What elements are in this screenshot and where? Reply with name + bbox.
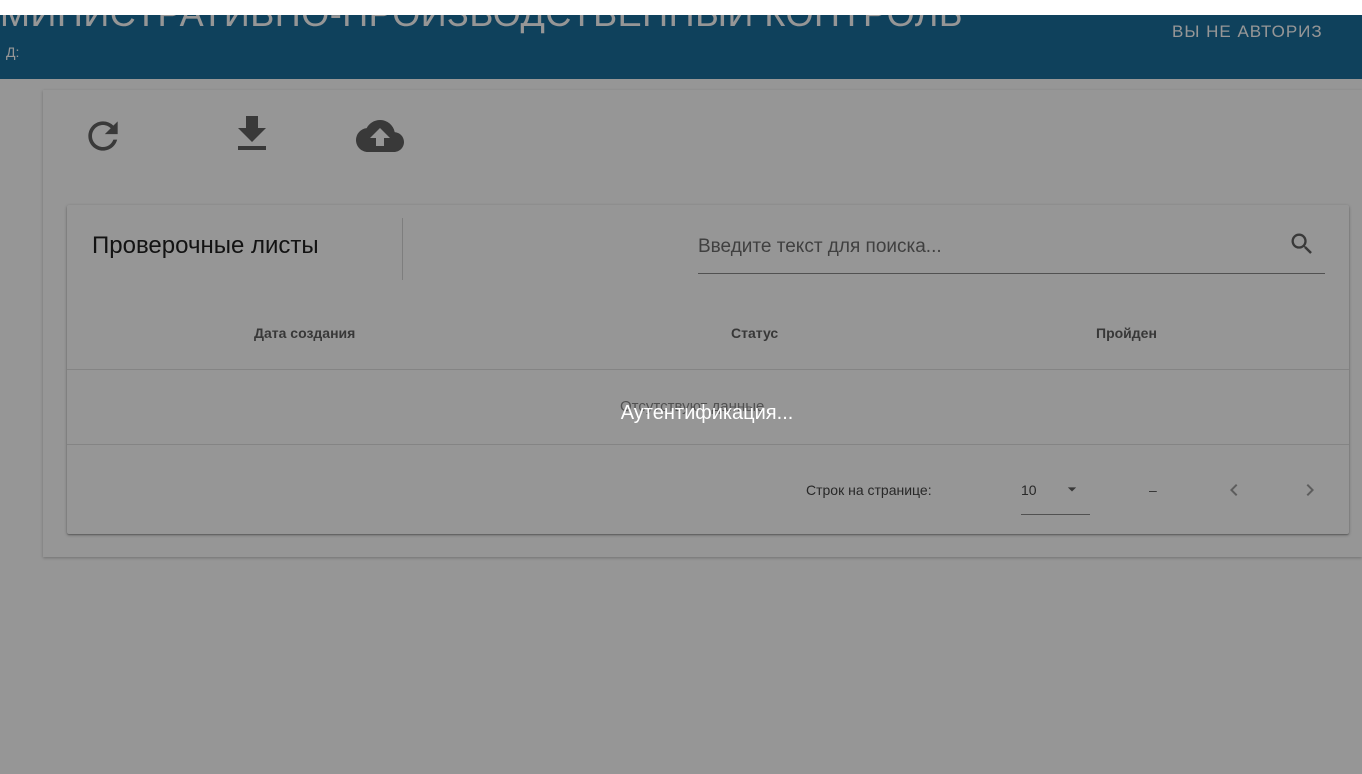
loading-overlay	[0, 0, 1362, 774]
authentication-message: Аутентификация...	[620, 402, 794, 424]
top-blank-strip	[0, 0, 1362, 15]
page: МИНИСТРАТИВНО-ПРОИЗВОДСТВЕННЫЙ КОНТРОЛЬ …	[0, 0, 1362, 774]
